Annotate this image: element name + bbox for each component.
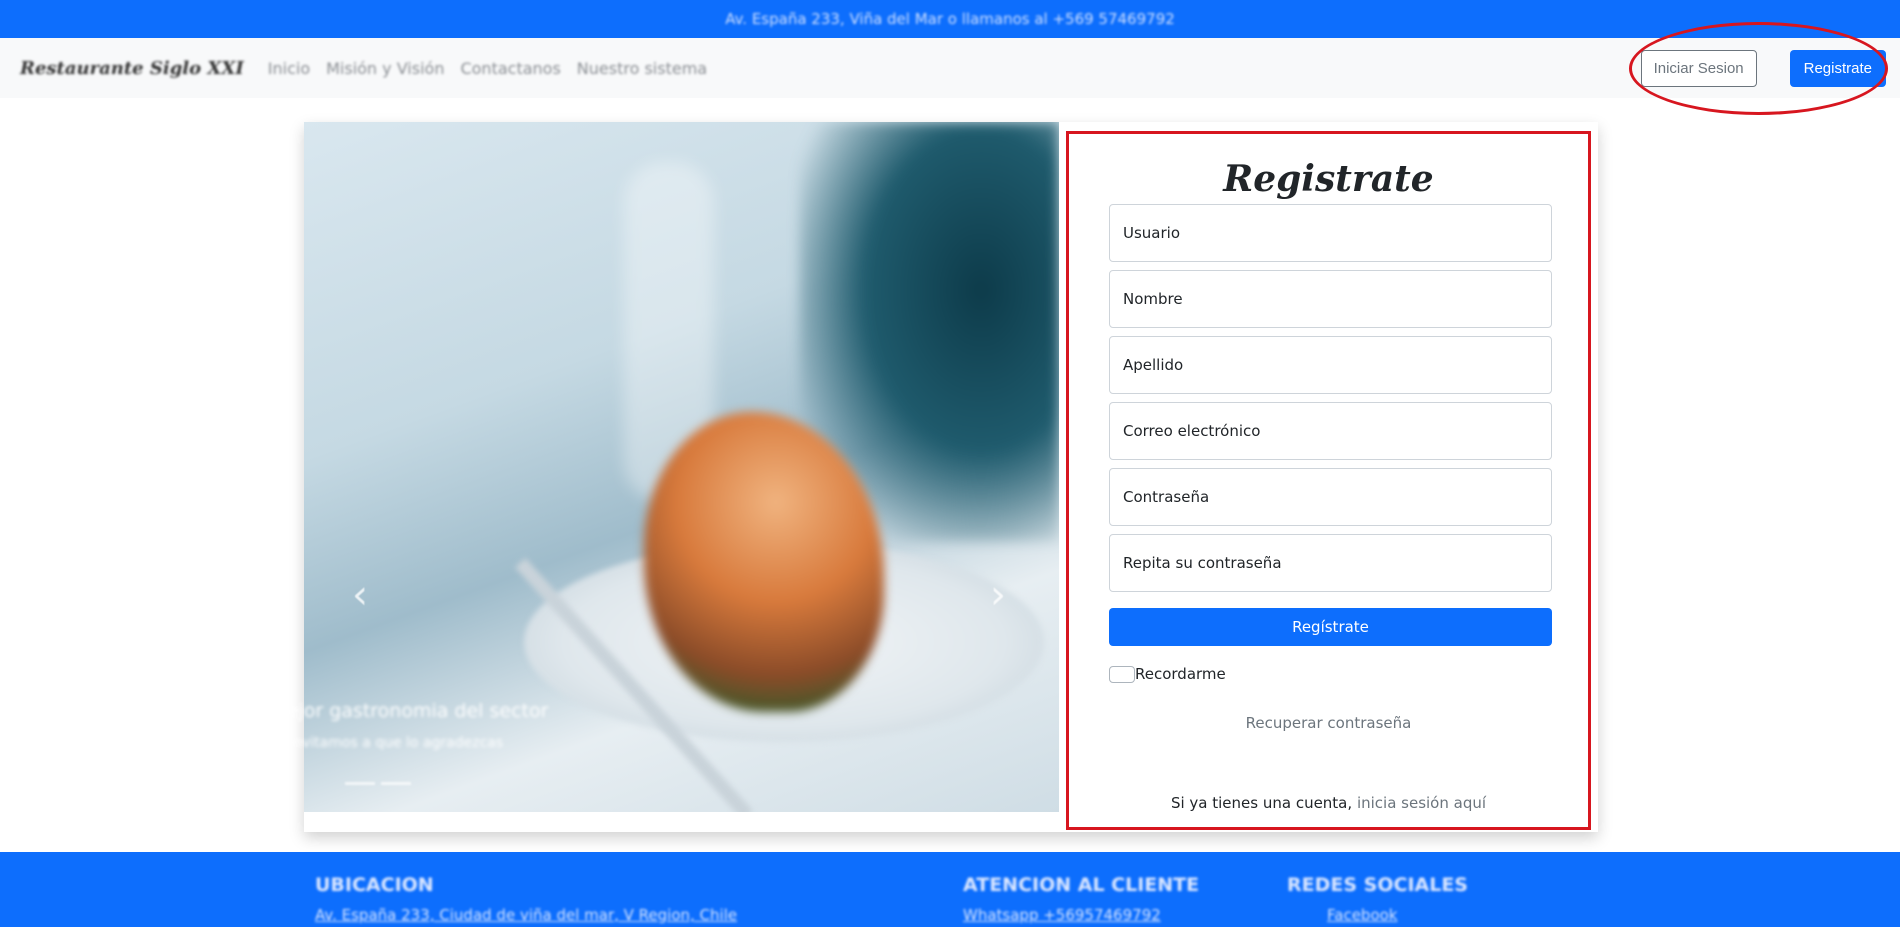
carousel-indicators[interactable] <box>345 782 411 785</box>
login-link[interactable]: inicia sesión aquí <box>1357 794 1486 812</box>
email-placeholder: Correo electrónico <box>1123 422 1261 440</box>
login-prompt: Si ya tienes una cuenta, inicia sesión a… <box>1069 794 1588 812</box>
carousel-caption-text: Te invitamos a que lo agradezcas <box>270 735 504 751</box>
footer-redes-title: REDES SOCIALES <box>1287 874 1468 896</box>
password-input[interactable]: Contraseña <box>1109 468 1552 526</box>
repeat-password-placeholder: Repita su contraseña <box>1123 554 1282 572</box>
nombre-input[interactable]: Nombre <box>1109 270 1552 328</box>
usuario-placeholder: Usuario <box>1123 224 1181 242</box>
top-info-bar: Av. España 233, Viña del Mar o llamanos … <box>0 0 1900 38</box>
register-form: Registrate Usuario Nombre Apellido Corre… <box>1066 131 1591 830</box>
footer-atencion-title: ATENCION AL CLIENTE <box>963 874 1200 896</box>
footer-ubicacion: UBICACION Av. España 233, Ciudad de viña… <box>315 874 737 924</box>
navbar: Restaurante Siglo XXI Inicio Misión y Vi… <box>0 38 1900 98</box>
usuario-input[interactable]: Usuario <box>1109 204 1552 262</box>
footer-ubicacion-title: UBICACION <box>315 874 434 896</box>
recover-password-link[interactable]: Recuperar contraseña <box>1069 714 1588 732</box>
footer-atencion-text[interactable]: Whatsapp +56957469792 <box>963 906 1199 924</box>
nav-link-inicio[interactable]: Inicio <box>268 59 310 78</box>
remember-label: Recordarme <box>1135 665 1226 683</box>
chevron-left-icon[interactable]: ‹ <box>352 572 368 618</box>
remember-checkbox[interactable] <box>1109 665 1135 683</box>
brand-logo[interactable]: Restaurante Siglo XXI <box>20 58 244 79</box>
footer-atencion: ATENCION AL CLIENTE Whatsapp +5695746979… <box>963 874 1199 924</box>
nav-link-mision-vision[interactable]: Misión y Visión <box>326 59 444 78</box>
register-button[interactable]: Registrate <box>1789 50 1886 87</box>
chevron-right-icon[interactable]: › <box>990 572 1006 618</box>
form-title: Registrate <box>1223 158 1434 200</box>
email-input[interactable]: Correo electrónico <box>1109 402 1552 460</box>
login-button[interactable]: Iniciar Sesion <box>1640 50 1757 87</box>
submit-register-button[interactable]: Regístrate <box>1109 608 1552 646</box>
repeat-password-input[interactable]: Repita su contraseña <box>1109 534 1552 592</box>
footer-redes: REDES SOCIALES Facebook <box>1287 874 1468 924</box>
nav-actions: Iniciar Sesion Registrate <box>1640 50 1886 87</box>
remember-me[interactable]: Recordarme <box>1109 665 1226 683</box>
footer-ubicacion-text[interactable]: Av. España 233, Ciudad de viña del mar, … <box>315 906 737 924</box>
nombre-placeholder: Nombre <box>1123 290 1183 308</box>
footer: UBICACION Av. España 233, Ciudad de viña… <box>0 852 1900 927</box>
nav-link-contactanos[interactable]: Contactanos <box>460 59 560 78</box>
carousel-caption-title: La mejor gastronomia del sector <box>240 700 549 722</box>
apellido-input[interactable]: Apellido <box>1109 336 1552 394</box>
nav-link-nuestro-sistema[interactable]: Nuestro sistema <box>577 59 707 78</box>
footer-redes-text[interactable]: Facebook <box>1287 906 1468 924</box>
password-placeholder: Contraseña <box>1123 488 1210 506</box>
login-prompt-text: Si ya tienes una cuenta, <box>1170 794 1353 812</box>
apellido-placeholder: Apellido <box>1123 356 1184 374</box>
top-info-text: Av. España 233, Viña del Mar o llamanos … <box>725 10 1175 28</box>
